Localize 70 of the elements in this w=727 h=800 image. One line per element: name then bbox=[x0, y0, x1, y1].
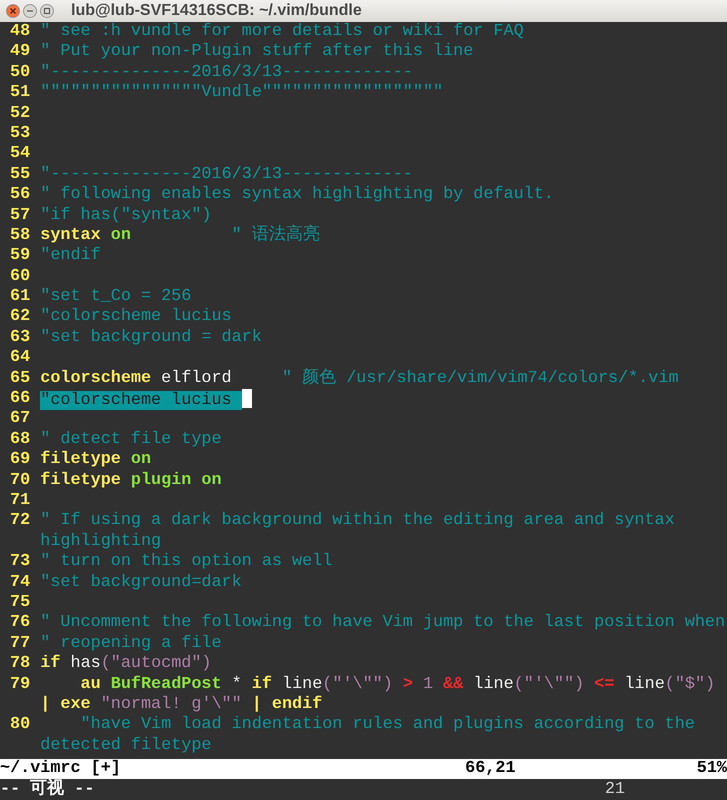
line-number: 64 bbox=[9, 348, 30, 369]
code-line: "have Vim load indentation rules and plugins according to the bbox=[80, 715, 695, 736]
line-number: 75 bbox=[9, 592, 30, 614]
line-number: 69 bbox=[9, 450, 30, 471]
line-number: 54 bbox=[9, 144, 30, 165]
line-number: 51 bbox=[9, 83, 30, 104]
line-number: 61 bbox=[9, 287, 30, 308]
line-number: 56 bbox=[9, 185, 30, 206]
line-number: 50 bbox=[9, 62, 30, 84]
code-line: au BufReadPost * if line("'\"") > 1 && line("'\"") <= line("$") bbox=[80, 674, 716, 695]
cursor-position: 66,21 bbox=[465, 758, 516, 779]
line-number: 70 bbox=[9, 470, 30, 491]
code-line: " reopening a file bbox=[40, 634, 222, 654]
line-number: 52 bbox=[9, 104, 30, 124]
code-line: "set background=dark bbox=[40, 572, 242, 593]
code-line: syntax on " 语法高亮 bbox=[40, 226, 320, 246]
code-line: if has("autocmd") bbox=[40, 654, 212, 674]
code-line: colorscheme elflord " 颜色 /usr/share/vim/vim74/colors/*.vim bbox=[40, 368, 679, 390]
line-number: 67 bbox=[9, 409, 30, 430]
code-line: "endif bbox=[40, 246, 101, 267]
line-number: 53 bbox=[9, 124, 30, 144]
code-line: highlighting bbox=[40, 532, 162, 552]
mode-indicator: -- 可视 -- bbox=[0, 778, 94, 800]
line-number: 59 bbox=[9, 246, 30, 267]
line-number: 58 bbox=[9, 226, 30, 246]
line-number: 76 bbox=[9, 613, 30, 634]
line-number: 49 bbox=[9, 42, 30, 63]
code-line: " If using a dark background within the editing area and syntax bbox=[40, 511, 675, 532]
line-number: 73 bbox=[9, 552, 30, 573]
scroll-percent: 51% bbox=[696, 758, 727, 779]
code-line: detected filetype bbox=[40, 736, 212, 756]
code-line: " Put your non-Plugin stuff after this line bbox=[40, 42, 474, 63]
line-number: 77 bbox=[9, 634, 30, 654]
line-number: 72 bbox=[9, 511, 30, 532]
line-number: 63 bbox=[9, 328, 30, 348]
code-line: "colorscheme lucius bbox=[40, 307, 232, 328]
code-line: " turn on this option as well bbox=[40, 552, 332, 573]
code-line: " Uncomment the following to have Vim jump to the last position when bbox=[40, 613, 726, 634]
file-name: ~/.vimrc [+] bbox=[0, 758, 121, 779]
line-number: 79 bbox=[9, 674, 30, 695]
line-number: 80 bbox=[9, 715, 30, 736]
line-number: 48 bbox=[9, 22, 30, 42]
line-number: 62 bbox=[9, 307, 30, 328]
line-number: 57 bbox=[9, 206, 30, 226]
close-icon[interactable] bbox=[6, 4, 20, 18]
line-number: 74 bbox=[9, 572, 30, 593]
window-title: lub@lub-SVF14316SCB: ~/.vim/bundle bbox=[71, 3, 362, 19]
code-line: "--------------2016/3/13------------- bbox=[40, 164, 413, 186]
code-line: filetype plugin on bbox=[40, 470, 222, 491]
maximize-icon[interactable] bbox=[40, 4, 54, 18]
line-number: 71 bbox=[9, 490, 30, 512]
line-number: 65 bbox=[9, 368, 30, 390]
code-line: " see :h vundle for more details or wiki for FAQ bbox=[40, 22, 524, 42]
minimize-icon[interactable] bbox=[23, 4, 37, 18]
code-line: "--------------2016/3/13------------- bbox=[40, 62, 413, 84]
line-number: 66 bbox=[9, 389, 30, 410]
code-line: "colorscheme lucius bbox=[40, 389, 252, 410]
code-line: "set t_Co = 256 bbox=[40, 287, 192, 308]
code-line: filetype on bbox=[40, 450, 152, 471]
code-line: " following enables syntax highlighting by default. bbox=[40, 185, 554, 206]
code-line: "if has("syntax") bbox=[40, 206, 212, 226]
code-line: "set background = dark bbox=[40, 328, 262, 348]
code-line: """"""""""""""""Vundle"""""""""""""""""" bbox=[40, 83, 444, 104]
code-line: " detect file type bbox=[40, 430, 222, 450]
line-number: 68 bbox=[9, 430, 30, 450]
pending-command: 21 bbox=[604, 778, 625, 800]
line-number: 55 bbox=[9, 164, 30, 186]
code-line: | exe "normal! g'\"" | endif bbox=[40, 694, 324, 716]
line-number: 60 bbox=[9, 266, 30, 288]
line-number: 78 bbox=[9, 654, 30, 674]
